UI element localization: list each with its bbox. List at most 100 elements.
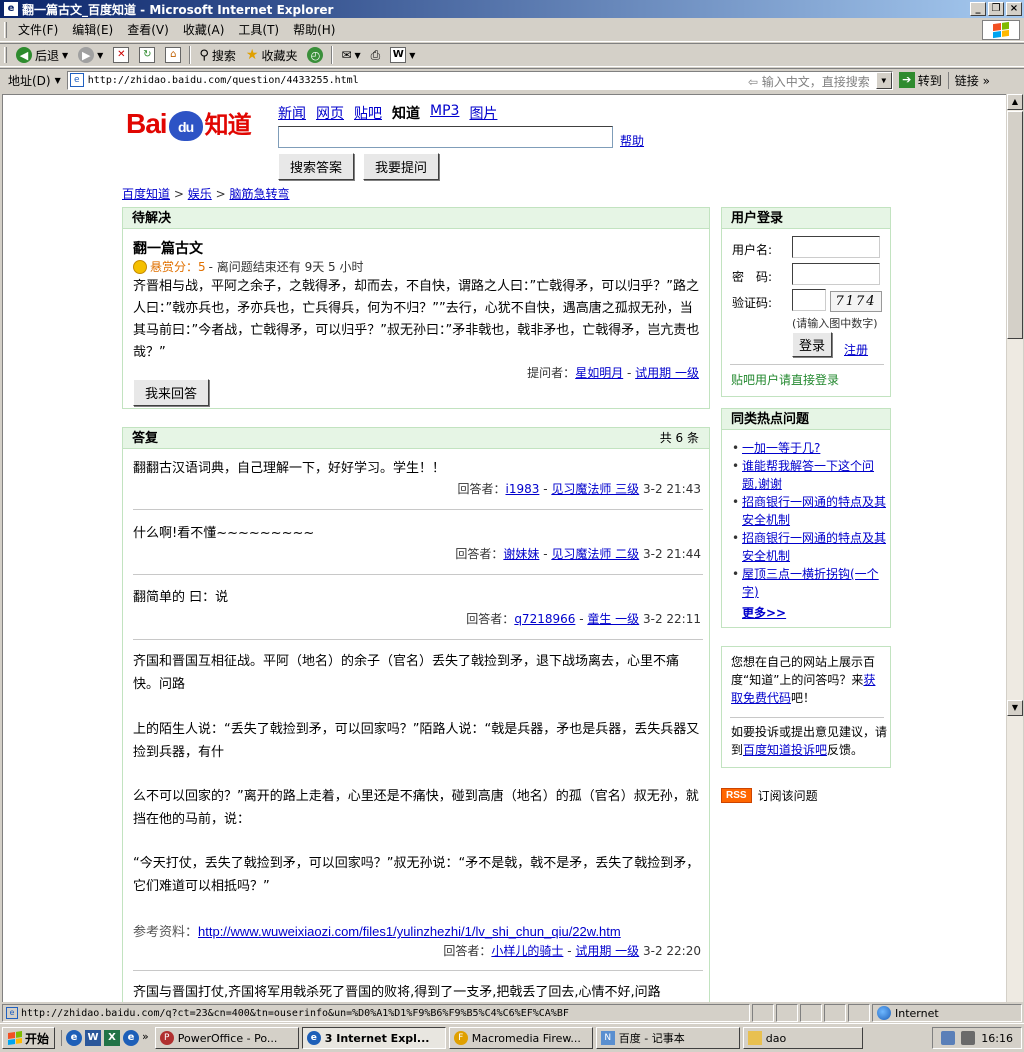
vertical-scrollbar[interactable]: ▲ ▼	[1006, 94, 1023, 1002]
captcha-tip: (请输入图中数字)	[792, 317, 878, 330]
chevron-right-icon: »	[982, 73, 990, 88]
hot-question-link[interactable]: 谁能帮我解答一下这个问题,谢谢	[742, 459, 874, 491]
edit-button[interactable]: W ▼	[385, 44, 420, 66]
username-input[interactable]	[792, 236, 880, 258]
tieba-login-hint[interactable]: 贴吧用户请直接登录	[731, 371, 839, 388]
search-button[interactable]: ⚲ 搜索	[194, 44, 241, 66]
scroll-up-button[interactable]: ▲	[1007, 94, 1023, 110]
complaint-link[interactable]: 百度知道投诉吧	[743, 743, 827, 757]
favorites-button[interactable]: ★ 收藏夹	[241, 44, 303, 66]
answer-user[interactable]: 谢妹妹	[503, 547, 539, 561]
home-button[interactable]: ⌂	[160, 44, 186, 66]
hot-question-link[interactable]: 屋顶三点一横折拐钩(一个字)	[742, 567, 879, 599]
answer-level[interactable]: 见习魔法师 二级	[551, 547, 639, 561]
password-input[interactable]	[792, 263, 880, 285]
back-button[interactable]: ◀ 后退 ▼	[11, 44, 73, 66]
list-item: 谁能帮我解答一下这个问题,谢谢	[732, 457, 887, 493]
minimize-button[interactable]: _	[970, 2, 986, 16]
baidu-zhidao-logo[interactable]: Bai du 知道	[126, 105, 252, 141]
menu-bar: 文件(F) 编辑(E) 查看(V) 收藏(A) 工具(T) 帮助(H)	[0, 18, 1024, 42]
answer-divider	[133, 574, 703, 575]
refresh-button[interactable]: ↻	[134, 44, 160, 66]
answer-text: 齐国与晋国打仗,齐国将军用戟杀死了晋国的败将,得到了一支矛,把戟丢了回去,心情不…	[133, 985, 661, 1000]
asker-name[interactable]: 星如明月	[575, 366, 623, 380]
nav-images[interactable]: 图片	[469, 103, 497, 123]
menu-edit[interactable]: 编辑(E)	[65, 21, 120, 38]
task-notepad[interactable]: N 百度 - 记事本	[595, 1027, 740, 1049]
search-input[interactable]	[278, 126, 613, 148]
start-label: 开始	[25, 1031, 50, 1046]
search-answer-button[interactable]: 搜索答案	[278, 153, 355, 180]
hot-question-link[interactable]: 招商银行一网通的特点及其安全机制	[742, 531, 886, 563]
answer-user[interactable]: 小样儿的骑士	[491, 944, 563, 958]
history-button[interactable]: ◴	[302, 44, 328, 66]
scroll-down-button[interactable]: ▼	[1007, 700, 1023, 716]
hot-question-link[interactable]: 一加一等于几?	[742, 441, 820, 455]
excel-icon[interactable]: X	[104, 1030, 121, 1046]
register-link[interactable]: 注册	[844, 341, 868, 358]
ie-icon[interactable]: e	[123, 1030, 140, 1046]
start-button[interactable]: 开始	[2, 1027, 56, 1049]
list-item: 屋顶三点一横折拐钩(一个字)	[732, 565, 887, 601]
nav-mp3[interactable]: MP3	[430, 103, 459, 123]
volume-icon[interactable]	[961, 1031, 976, 1045]
answer-level[interactable]: 试用期 一级	[575, 944, 639, 958]
menu-file[interactable]: 文件(F)	[11, 21, 65, 38]
task-fireworks[interactable]: F Macromedia Firew...	[448, 1027, 593, 1049]
hot-question-link[interactable]: 招商银行一网通的特点及其安全机制	[742, 495, 886, 527]
help-link[interactable]: 帮助	[620, 132, 644, 149]
address-input[interactable]: e http://zhidao.baidu.com/question/44332…	[66, 70, 893, 90]
answer-author: 回答者：谢妹妹 - 见习魔法师 二级 3-2 21:44	[455, 547, 701, 561]
task-internet-explorer[interactable]: e 3 Internet Expl...	[301, 1027, 446, 1049]
asker-level[interactable]: 试用期 一级	[635, 366, 699, 380]
ask-question-button[interactable]: 我要提问	[363, 153, 440, 180]
breadcrumb-entertainment[interactable]: 娱乐	[188, 187, 212, 201]
answer-level[interactable]: 童生 一级	[587, 612, 639, 626]
network-icon[interactable]	[941, 1031, 956, 1045]
status-cell	[752, 1004, 774, 1022]
mail-icon: ✉	[341, 48, 352, 62]
menu-favorites[interactable]: 收藏(A)	[176, 21, 232, 38]
nav-tieba[interactable]: 贴吧	[354, 103, 382, 123]
menu-help[interactable]: 帮助(H)	[286, 21, 342, 38]
close-button[interactable]: ×	[1006, 2, 1022, 16]
answer-user[interactable]: i1983	[506, 482, 540, 496]
task-label: Macromedia Firew...	[471, 1031, 581, 1045]
nav-news[interactable]: 新闻	[278, 103, 306, 123]
answer-button[interactable]: 我来回答	[133, 379, 210, 406]
answer-user[interactable]: q7218966	[514, 612, 575, 626]
word-icon[interactable]: W	[85, 1030, 102, 1046]
login-button[interactable]: 登录	[792, 332, 833, 357]
more-link[interactable]: 更多>>	[742, 604, 786, 621]
print-button[interactable]: ⎙	[366, 44, 386, 66]
chevron-right-icon[interactable]: »	[142, 1030, 149, 1046]
scroll-thumb[interactable]	[1007, 111, 1023, 339]
task-folder-dao[interactable]: dao	[742, 1027, 863, 1049]
nav-web[interactable]: 网页	[316, 103, 344, 123]
mail-button[interactable]: ✉ ▼	[336, 44, 365, 66]
reference-link[interactable]: http://www.wuweixiaozi.com/files1/yulinz…	[198, 924, 621, 939]
answer-level[interactable]: 见习魔法师 三级	[551, 482, 639, 496]
security-zone: Internet	[872, 1004, 1022, 1022]
links-button[interactable]: 链接 »	[947, 71, 990, 89]
breadcrumb-zhidao[interactable]: 百度知道	[122, 187, 170, 201]
back-arrow-icon: ◀	[16, 47, 32, 63]
menu-view[interactable]: 查看(V)	[120, 21, 176, 38]
menu-tools[interactable]: 工具(T)	[231, 21, 286, 38]
stop-button[interactable]: ✕	[108, 44, 134, 66]
go-button[interactable]: ➔ 转到	[893, 72, 948, 89]
task-poweroffice[interactable]: P PowerOffice - Po...	[154, 1027, 299, 1049]
go-arrow-icon: ➔	[898, 72, 915, 88]
task-label: dao	[765, 1031, 787, 1045]
ie-icon[interactable]: e	[66, 1030, 83, 1046]
nav-zhidao: 知道	[392, 106, 420, 122]
address-dropdown[interactable]: ▼	[875, 71, 892, 89]
captcha-image[interactable]: 7174	[830, 291, 882, 312]
chevron-down-icon: ▼	[409, 50, 416, 60]
forward-button[interactable]: ▶ ▼	[73, 44, 108, 66]
captcha-input[interactable]	[792, 289, 826, 311]
rss-subscribe[interactable]: RSS 订阅该问题	[721, 787, 818, 804]
restore-button[interactable]: ❐	[988, 2, 1004, 16]
breadcrumb-riddles[interactable]: 脑筋急转弯	[229, 187, 289, 201]
toolbar-separator	[331, 46, 334, 64]
